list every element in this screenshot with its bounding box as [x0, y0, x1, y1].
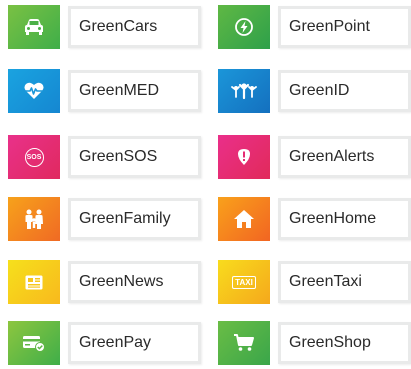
tile-icon-box	[8, 197, 60, 241]
tile-icon-box	[8, 69, 60, 113]
lightning-icon	[235, 18, 253, 36]
tile-icon-box	[218, 5, 270, 49]
tile-greenfamily[interactable]: GreenFamily	[8, 197, 201, 241]
card-check-icon	[23, 336, 45, 352]
tile-label: GreenHome	[289, 210, 377, 227]
tile-label: GreenPoint	[289, 18, 370, 35]
tile-icon-box: TAXI	[218, 260, 270, 304]
car-icon	[25, 19, 43, 35]
tile-label-box: GreenHome	[278, 198, 411, 240]
tile-label: GreenShop	[289, 334, 371, 351]
tile-label: GreenPay	[79, 334, 152, 351]
tile-icon-box	[218, 197, 270, 241]
tile-icon-box: SOS	[8, 135, 60, 179]
tile-icon-box	[218, 321, 270, 365]
tile-greenalerts[interactable]: GreenAlerts	[218, 135, 411, 179]
tile-greenid[interactable]: GreenID	[218, 69, 411, 113]
people-icon	[231, 83, 257, 100]
tile-label-box: GreenTaxi	[278, 261, 411, 303]
tile-label-box: GreenShop	[278, 322, 411, 364]
newspaper-icon	[25, 275, 43, 289]
tile-label-box: GreenPoint	[278, 6, 411, 48]
tile-greenhome[interactable]: GreenHome	[218, 197, 411, 241]
tile-label-box: GreenAlerts	[278, 136, 411, 178]
tile-greennews[interactable]: GreenNews	[8, 260, 201, 304]
tile-label: GreenCars	[79, 18, 158, 35]
tile-icon-box	[8, 260, 60, 304]
tile-label-box: GreenSOS	[68, 136, 201, 178]
tile-label: GreenTaxi	[289, 273, 362, 290]
cart-icon	[234, 334, 254, 351]
tile-icon-box	[218, 69, 270, 113]
tile-label-box: GreenCars	[68, 6, 201, 48]
sos-icon: SOS	[24, 147, 44, 167]
heart-pulse-icon	[24, 82, 44, 99]
tile-greenpoint[interactable]: GreenPoint	[218, 5, 411, 49]
tile-label: GreenID	[289, 82, 350, 99]
tile-label: GreenMED	[79, 82, 160, 99]
tile-greenmed[interactable]: GreenMED	[8, 69, 201, 113]
alert-shield-icon	[238, 149, 250, 165]
tile-greensos[interactable]: SOS GreenSOS	[8, 135, 201, 179]
tile-label-box: GreenFamily	[68, 198, 201, 240]
tile-icon-box	[8, 5, 60, 49]
tile-greenshop[interactable]: GreenShop	[218, 321, 411, 365]
taxi-icon: TAXI	[232, 275, 256, 289]
tile-label: GreenAlerts	[289, 148, 375, 165]
family-icon	[25, 209, 43, 229]
tile-label: GreenNews	[79, 273, 164, 290]
tile-label-box: GreenPay	[68, 322, 201, 364]
tile-greentaxi[interactable]: TAXI GreenTaxi	[218, 260, 411, 304]
tile-greencars[interactable]: GreenCars	[8, 5, 201, 49]
tile-label-box: GreenID	[278, 70, 411, 112]
home-icon	[234, 210, 254, 228]
tile-label-box: GreenNews	[68, 261, 201, 303]
tile-icon-box	[218, 135, 270, 179]
tile-icon-box	[8, 321, 60, 365]
tile-greenpay[interactable]: GreenPay	[8, 321, 201, 365]
tile-label: GreenSOS	[79, 148, 158, 165]
tile-label: GreenFamily	[79, 210, 171, 227]
tile-label-box: GreenMED	[68, 70, 201, 112]
